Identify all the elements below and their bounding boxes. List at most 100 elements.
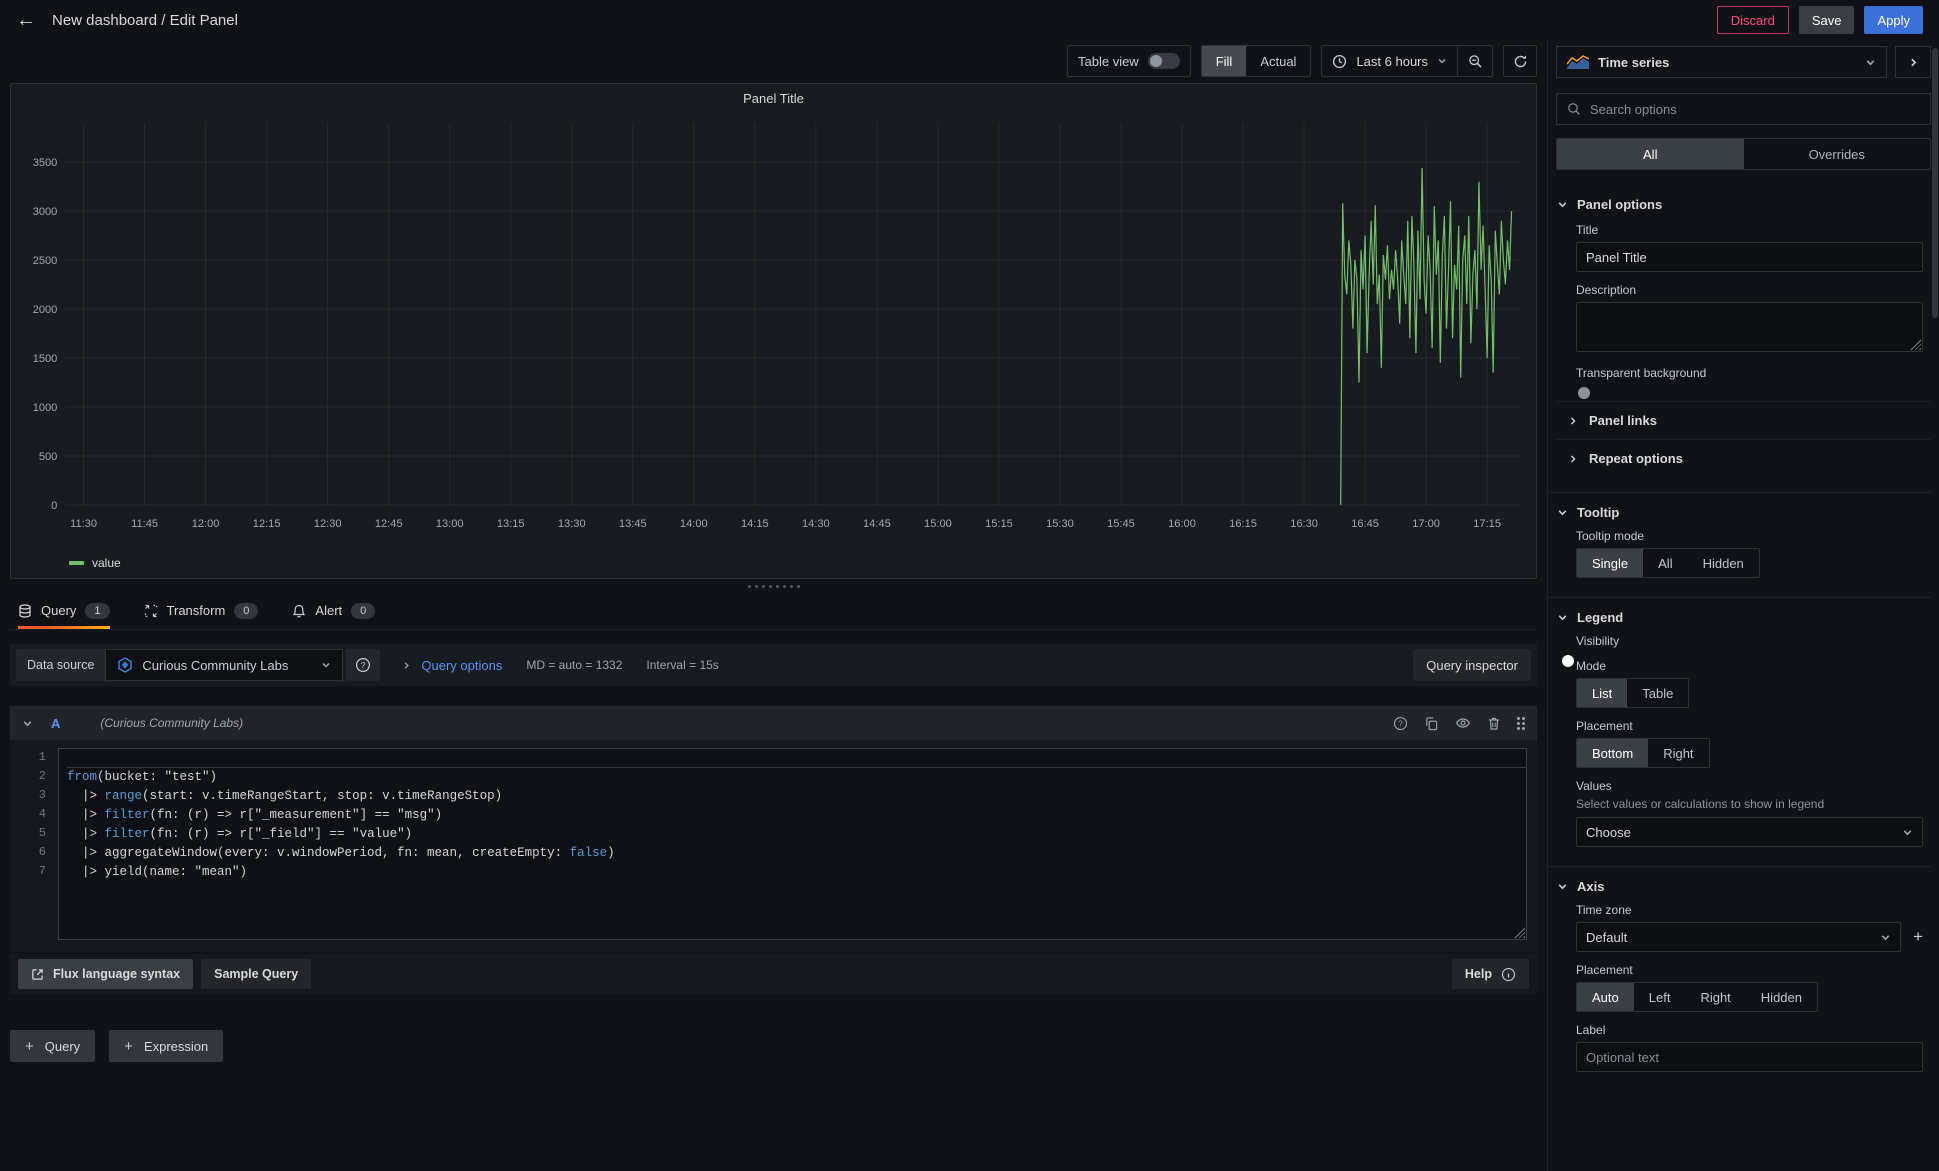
code-line[interactable]: |> range(start: v.timeRangeStart, stop: … bbox=[67, 787, 1526, 806]
tooltip-mode-all[interactable]: All bbox=[1643, 549, 1687, 577]
description-textarea[interactable] bbox=[1576, 302, 1923, 352]
help-button[interactable]: Help bbox=[1452, 959, 1529, 989]
table-view-control: Table view bbox=[1067, 45, 1191, 77]
tab-transform[interactable]: Transform 0 bbox=[144, 592, 259, 629]
breadcrumb: New dashboard / Edit Panel bbox=[52, 12, 238, 29]
legend-mode-list[interactable]: List bbox=[1577, 679, 1627, 707]
panel-title-input[interactable] bbox=[1586, 250, 1913, 265]
discard-button[interactable]: Discard bbox=[1717, 6, 1789, 34]
datasource-help-button[interactable]: ? bbox=[346, 649, 380, 681]
chevron-down-icon bbox=[1902, 827, 1913, 838]
tooltip-header[interactable]: Tooltip bbox=[1548, 502, 1939, 523]
legend-placement-right[interactable]: Right bbox=[1648, 739, 1708, 767]
code-line[interactable]: |> yield(name: "mean") bbox=[67, 863, 1526, 882]
axis-label-input[interactable] bbox=[1586, 1050, 1913, 1065]
x-axis-tick: 13:00 bbox=[436, 518, 464, 530]
time-range-picker[interactable]: Last 6 hours bbox=[1322, 46, 1458, 76]
tab-transform-count: 0 bbox=[234, 603, 258, 619]
legend-header[interactable]: Legend bbox=[1548, 607, 1939, 628]
tab-overrides[interactable]: Overrides bbox=[1744, 139, 1931, 169]
code-line[interactable]: |> filter(fn: (r) => r["_field"] == "val… bbox=[67, 825, 1526, 844]
x-axis-tick: 16:15 bbox=[1229, 518, 1257, 530]
legend-placement-bottom[interactable]: Bottom bbox=[1577, 739, 1648, 767]
actual-option[interactable]: Actual bbox=[1246, 46, 1310, 76]
visibility-label: Visibility bbox=[1576, 634, 1923, 648]
refresh-icon bbox=[1513, 54, 1528, 69]
options-search[interactable] bbox=[1556, 93, 1931, 125]
legend-label[interactable]: value bbox=[92, 556, 121, 570]
flux-code-editor[interactable]: 1234567 from(bucket: "test") |> range(st… bbox=[10, 740, 1537, 952]
flux-syntax-button[interactable]: Flux language syntax bbox=[18, 959, 193, 989]
search-icon bbox=[1567, 102, 1581, 116]
max-data-points: MD = auto = 1332 bbox=[526, 658, 622, 672]
query-help-button[interactable]: ? bbox=[1393, 716, 1408, 731]
code-line[interactable] bbox=[67, 749, 1526, 768]
query-editor: A (Curious Community Labs) ? 1234567 fro… bbox=[10, 706, 1537, 994]
axis-placement-left[interactable]: Left bbox=[1634, 983, 1686, 1011]
repeat-options-row[interactable]: Repeat options bbox=[1556, 439, 1931, 477]
sidebar-scrollbar[interactable] bbox=[1931, 40, 1939, 1171]
axis-label-field-wrap bbox=[1576, 1042, 1923, 1072]
tooltip-mode-hidden[interactable]: Hidden bbox=[1688, 549, 1759, 577]
visualization-name: Time series bbox=[1598, 55, 1669, 70]
tab-alert-count: 0 bbox=[351, 603, 375, 619]
add-timezone-button[interactable]: + bbox=[1913, 927, 1923, 947]
search-input[interactable] bbox=[1590, 102, 1920, 117]
query-inspector-button[interactable]: Query inspector bbox=[1413, 649, 1531, 681]
options-view-tabs: All Overrides bbox=[1556, 138, 1931, 170]
tooltip-mode-group: Single All Hidden bbox=[1576, 548, 1760, 578]
fill-option[interactable]: Fill bbox=[1202, 46, 1247, 76]
title-label: Title bbox=[1576, 223, 1923, 237]
visualization-picker[interactable]: Time series bbox=[1556, 46, 1887, 78]
sample-query-button[interactable]: Sample Query bbox=[201, 959, 311, 989]
save-button[interactable]: Save bbox=[1799, 6, 1855, 34]
axis-placement-hidden[interactable]: Hidden bbox=[1746, 983, 1817, 1011]
code-area[interactable]: from(bucket: "test") |> range(start: v.t… bbox=[58, 748, 1527, 940]
code-token: |> bbox=[67, 808, 105, 822]
panel-title[interactable]: Panel Title bbox=[11, 84, 1536, 107]
drag-query-handle[interactable] bbox=[1517, 717, 1525, 730]
tooltip-mode-single[interactable]: Single bbox=[1577, 549, 1643, 577]
time-series-chart[interactable]: 050010001500200025003000350011:3011:4512… bbox=[11, 107, 1536, 556]
copy-icon bbox=[1424, 716, 1439, 731]
hide-query-button[interactable] bbox=[1455, 715, 1471, 731]
legend-mode-table[interactable]: Table bbox=[1627, 679, 1688, 707]
chevron-down-icon bbox=[1557, 881, 1568, 892]
table-view-toggle[interactable] bbox=[1148, 53, 1180, 69]
add-query-button[interactable]: +Query bbox=[10, 1030, 95, 1062]
legend-values-select[interactable]: Choose bbox=[1576, 817, 1923, 847]
query-options-toggle[interactable]: Query options bbox=[402, 658, 502, 673]
axis-header[interactable]: Axis bbox=[1548, 876, 1939, 897]
code-line[interactable]: |> filter(fn: (r) => r["_measurement"] =… bbox=[67, 806, 1526, 825]
tab-alert[interactable]: Alert 0 bbox=[292, 592, 375, 629]
timezone-select[interactable]: Default bbox=[1576, 922, 1901, 952]
panel-links-row[interactable]: Panel links bbox=[1556, 401, 1931, 439]
editor-resize-handle[interactable] bbox=[1514, 927, 1525, 938]
tab-all[interactable]: All bbox=[1557, 139, 1744, 169]
code-line[interactable]: |> aggregateWindow(every: v.windowPeriod… bbox=[67, 844, 1526, 863]
delete-query-button[interactable] bbox=[1487, 716, 1501, 731]
query-editor-header[interactable]: A (Curious Community Labs) ? bbox=[10, 706, 1537, 740]
zoom-out-button[interactable] bbox=[1458, 46, 1492, 76]
tab-query[interactable]: Query 1 bbox=[18, 592, 110, 629]
panel-options-header[interactable]: Panel options bbox=[1548, 194, 1939, 215]
code-line[interactable]: from(bucket: "test") bbox=[67, 768, 1526, 787]
query-ref-id: A bbox=[51, 716, 60, 731]
collapse-sidebar-button[interactable] bbox=[1895, 46, 1931, 78]
axis-placement-auto[interactable]: Auto bbox=[1577, 983, 1634, 1011]
duplicate-query-button[interactable] bbox=[1424, 716, 1439, 731]
table-view-label: Table view bbox=[1078, 54, 1139, 69]
x-axis-tick: 13:15 bbox=[497, 518, 525, 530]
apply-button[interactable]: Apply bbox=[1864, 6, 1923, 34]
datasource-select[interactable]: Curious Community Labs bbox=[105, 649, 343, 681]
refresh-button[interactable] bbox=[1503, 45, 1537, 77]
tooltip-section: Tooltip Tooltip mode Single All Hidden bbox=[1548, 492, 1939, 582]
back-arrow-icon[interactable]: ← bbox=[16, 10, 36, 30]
axis-placement-right[interactable]: Right bbox=[1685, 983, 1745, 1011]
add-expression-button[interactable]: +Expression bbox=[109, 1030, 223, 1062]
tab-transform-label: Transform bbox=[167, 603, 226, 618]
plus-icon: + bbox=[25, 1038, 34, 1055]
textarea-resize-handle[interactable] bbox=[1910, 339, 1921, 350]
scrollbar-thumb[interactable] bbox=[1932, 48, 1938, 318]
panel-resize-handle[interactable] bbox=[10, 579, 1537, 592]
